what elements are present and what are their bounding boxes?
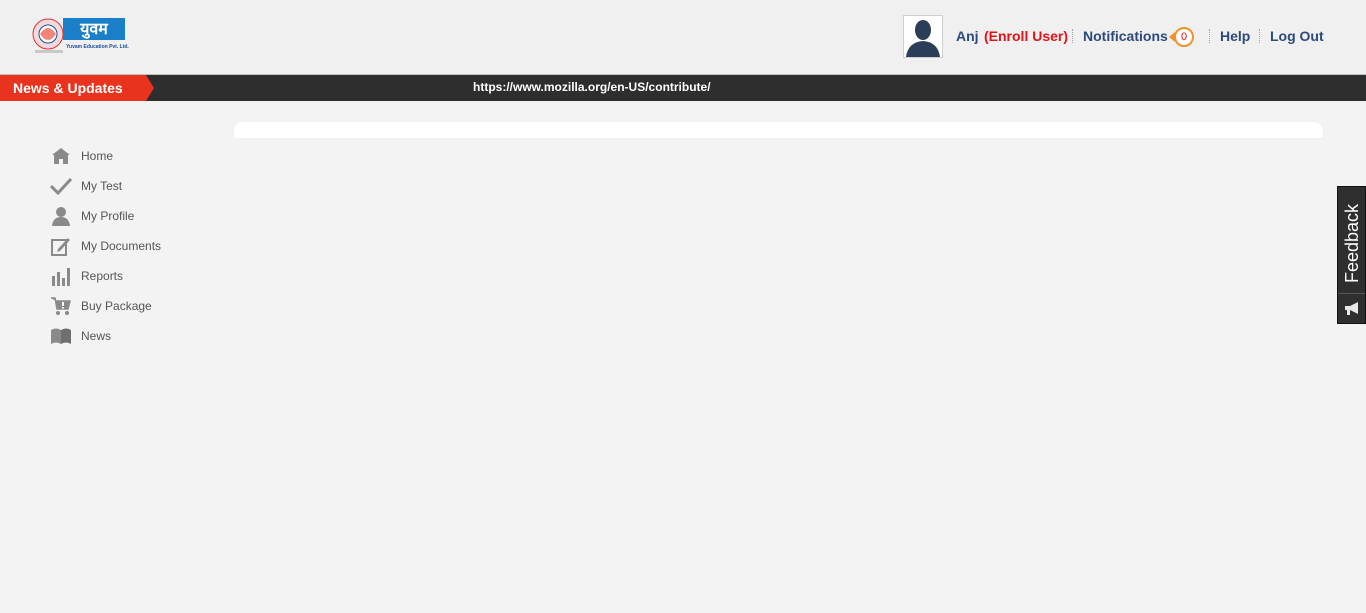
sidebar-item-my-documents[interactable]: My Documents bbox=[50, 235, 220, 257]
sidebar-item-label: My Test bbox=[81, 179, 123, 193]
feedback-tab[interactable]: Feedback bbox=[1337, 186, 1366, 324]
sidebar-item-label: Buy Package bbox=[81, 299, 152, 313]
user-avatar[interactable] bbox=[903, 15, 943, 58]
sidebar-item-label: Home bbox=[81, 149, 114, 163]
help-link[interactable]: Help bbox=[1220, 28, 1250, 44]
user-role: (Enroll User) bbox=[984, 28, 1069, 44]
logout-link[interactable]: Log Out bbox=[1270, 28, 1324, 44]
user-icon bbox=[50, 205, 72, 227]
edit-document-icon bbox=[50, 235, 72, 257]
notification-count-badge[interactable]: 0 bbox=[1174, 27, 1194, 47]
divider bbox=[1072, 29, 1073, 43]
sidebar-item-label: News bbox=[81, 329, 112, 343]
news-ticker-link[interactable]: https://www.mozilla.org/en-US/contribute… bbox=[473, 80, 711, 94]
megaphone-icon bbox=[1338, 293, 1365, 324]
sidebar-item-news[interactable]: News bbox=[50, 325, 220, 347]
logo-subtitle: Yuvam Education Pvt. Ltd. bbox=[66, 44, 129, 50]
sidebar-item-label: My Profile bbox=[81, 209, 135, 223]
book-icon bbox=[50, 325, 72, 347]
bar-chart-icon bbox=[50, 265, 72, 287]
header: युवम Yuvam Education Pvt. Ltd. Anj (Enro… bbox=[0, 0, 1366, 73]
avatar-silhouette-icon bbox=[904, 16, 942, 57]
sidebar-item-my-test[interactable]: My Test bbox=[50, 175, 220, 197]
news-bar: News & Updates https://www.mozilla.org/e… bbox=[0, 74, 1366, 101]
sidebar-item-label: My Documents bbox=[81, 239, 162, 253]
home-icon bbox=[50, 145, 72, 167]
checkmark-icon bbox=[50, 175, 72, 197]
divider bbox=[1209, 29, 1210, 43]
sidebar-item-my-profile[interactable]: My Profile bbox=[50, 205, 220, 227]
content-panel bbox=[234, 122, 1323, 138]
feedback-label: Feedback bbox=[1342, 203, 1362, 283]
notifications-link[interactable]: Notifications bbox=[1083, 28, 1168, 44]
sidebar-item-buy-package[interactable]: Buy Package bbox=[50, 295, 220, 317]
sidebar-item-reports[interactable]: Reports bbox=[50, 265, 220, 287]
cart-icon bbox=[50, 295, 72, 317]
yuvam-logo[interactable]: युवम Yuvam Education Pvt. Ltd. bbox=[30, 14, 129, 62]
sidebar-item-label: Reports bbox=[81, 269, 124, 283]
logo-name: युवम bbox=[80, 19, 108, 38]
divider bbox=[1259, 29, 1260, 43]
news-updates-label: News & Updates bbox=[0, 75, 154, 101]
sidebar-item-home[interactable]: Home bbox=[50, 145, 220, 167]
user-name[interactable]: Anj bbox=[956, 28, 979, 44]
